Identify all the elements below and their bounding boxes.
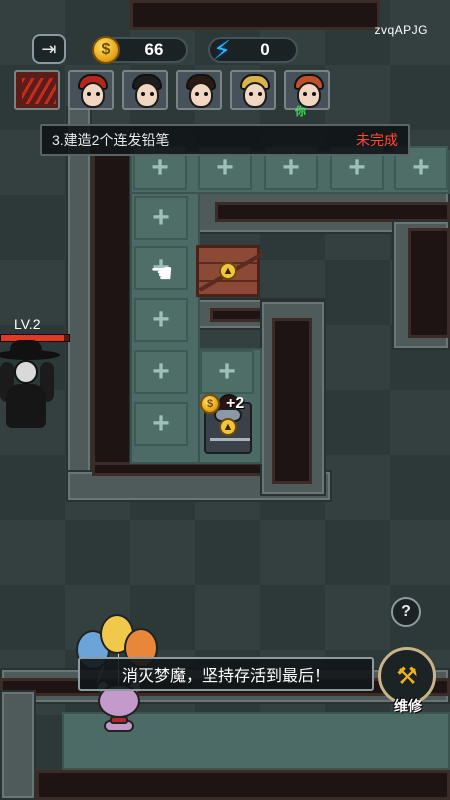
avatar-face (81, 82, 105, 108)
roster-avatar[interactable] (176, 70, 222, 110)
upgrade-arrow-icon[interactable]: ▲ (219, 418, 237, 436)
plus-icon: + (282, 151, 300, 184)
tip-text: 消灭梦魔，坚持存活到最后！ (121, 668, 330, 685)
server-code: zvqAPJG (374, 23, 428, 37)
room-wall-left (66, 106, 92, 502)
avatar-eye (258, 92, 262, 96)
wall-top (130, 0, 380, 30)
avatar-eye (204, 92, 208, 96)
quest-status: 未完成 (356, 132, 398, 148)
build-slot[interactable]: + (134, 196, 188, 240)
corridor-inner-right (272, 318, 312, 484)
avatar-eye (87, 92, 91, 96)
claw-mark-icon (22, 78, 56, 104)
plus-icon: + (218, 355, 236, 388)
coin-count: 66 (144, 40, 164, 59)
build-slot[interactable]: + (134, 350, 188, 394)
plus-icon: + (152, 201, 170, 234)
corridor-left (92, 150, 132, 500)
avatar-face (243, 82, 267, 108)
repair-label: 维修 (394, 698, 422, 714)
help-button[interactable]: ? (391, 597, 421, 627)
coin-icon: $ (200, 394, 220, 414)
avatar-face (135, 82, 159, 108)
roster-avatar-self[interactable] (284, 70, 330, 110)
enemy-level: LV.2 (14, 316, 41, 332)
room-door[interactable]: ▲ (196, 245, 264, 297)
avatar-face (189, 82, 213, 108)
roster-avatar[interactable] (68, 70, 114, 110)
game-board: + + + + + + + + + + + ▲ ☚ ▲ $ +2 LV.2 消灭… (0, 0, 450, 800)
income-amount: +2 (226, 395, 245, 412)
drill-icon: ⚒ (396, 662, 418, 690)
tip-banner: 消灭梦魔，坚持存活到最后！ (78, 657, 374, 691)
enemy-hat-brim (0, 350, 60, 360)
roster-avatar[interactable] (122, 70, 168, 110)
quest-bar[interactable]: 3.建造2个连发铅笔 未完成 (40, 124, 410, 156)
bear-bow (110, 716, 128, 724)
avatar-eye (141, 92, 145, 96)
build-slot[interactable]: + (134, 298, 188, 342)
avatar-eye (150, 92, 154, 96)
plus-icon: + (348, 151, 366, 184)
pointer-hand-icon: ☚ (150, 258, 174, 288)
wall-bottom-left (0, 690, 36, 800)
avatar-eye (249, 92, 253, 96)
build-slot[interactable]: + (134, 402, 188, 446)
bed-rail (210, 438, 250, 448)
avatar-eye (303, 92, 307, 96)
enemy-face (14, 360, 38, 384)
avatar-eye (96, 92, 100, 96)
lightning-icon: ⚡ (212, 34, 232, 65)
plus-icon: + (152, 355, 170, 388)
player-roster (0, 70, 450, 112)
corridor-right-vertical (408, 228, 450, 338)
plus-icon: + (412, 151, 430, 184)
exit-button[interactable]: ⇥ (32, 34, 66, 64)
plus-icon: + (152, 303, 170, 336)
nightmare-enemy[interactable] (0, 340, 70, 430)
corridor-bottom-low (36, 770, 450, 800)
avatar-eye (195, 92, 199, 96)
you-label: 你 (295, 106, 306, 118)
roster-slot-effect[interactable] (14, 70, 60, 110)
energy-count: 0 (260, 40, 270, 59)
roster-avatar[interactable] (230, 70, 276, 110)
upgrade-arrow-icon[interactable]: ▲ (219, 262, 237, 280)
avatar-eye (312, 92, 316, 96)
exit-icon: ⇥ (41, 38, 57, 59)
bed-income: $ +2 (200, 394, 244, 414)
plus-icon: + (216, 151, 234, 184)
coin-icon: $ (92, 36, 120, 64)
quest-text: 3.建造2个连发铅笔 (52, 132, 170, 148)
enemy-body (6, 384, 46, 428)
question-icon: ? (401, 603, 411, 620)
corridor-right-upper (215, 202, 450, 222)
plus-icon: + (152, 407, 170, 440)
build-slot[interactable]: + (200, 350, 254, 394)
plus-icon: + (151, 151, 169, 184)
